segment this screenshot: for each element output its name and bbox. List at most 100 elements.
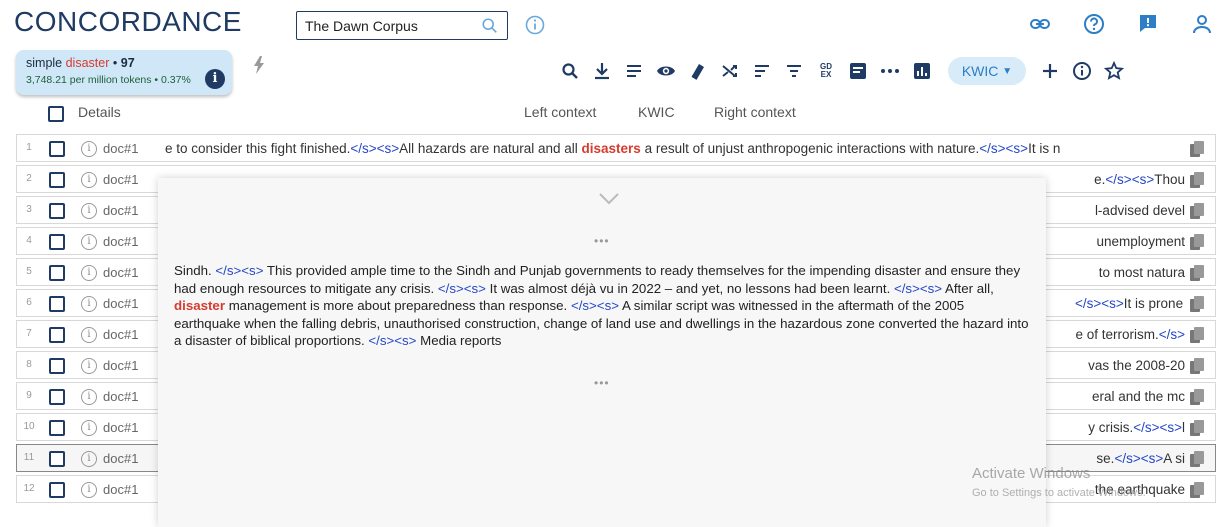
row-info-icon[interactable]: i bbox=[81, 358, 97, 374]
corpus-selector[interactable] bbox=[296, 11, 508, 40]
row-checkbox[interactable] bbox=[49, 141, 65, 157]
row-doc[interactable]: doc#1 bbox=[103, 203, 138, 218]
row-checkbox[interactable] bbox=[49, 234, 65, 250]
copy-icon[interactable] bbox=[1189, 171, 1205, 189]
filter-icon[interactable] bbox=[784, 61, 804, 81]
eye-icon[interactable] bbox=[656, 61, 676, 81]
plus-icon[interactable] bbox=[1040, 61, 1060, 81]
help-icon[interactable] bbox=[1081, 11, 1107, 37]
row-checkbox[interactable] bbox=[49, 172, 65, 188]
row-number: 4 bbox=[26, 235, 32, 246]
row-info-icon[interactable]: i bbox=[81, 234, 97, 250]
view-mode-dropdown[interactable]: KWIC ▼ bbox=[948, 57, 1026, 85]
dots-icon[interactable] bbox=[880, 61, 900, 81]
copy-icon[interactable] bbox=[1189, 233, 1205, 251]
sentence-tag: </s><s> bbox=[1133, 420, 1182, 435]
query-summary-chip[interactable]: simple disaster • 97 3,748.21 per millio… bbox=[16, 50, 232, 95]
row-checkbox[interactable] bbox=[49, 327, 65, 343]
right-context-tail: l bbox=[1182, 420, 1185, 435]
row-info-icon[interactable]: i bbox=[81, 172, 97, 188]
query-line: simple disaster • 97 bbox=[26, 56, 135, 70]
copy-icon[interactable] bbox=[1189, 388, 1205, 406]
right-context-visible: e.</s><s>Thou bbox=[1075, 172, 1185, 187]
row-doc[interactable]: doc#1 bbox=[103, 172, 138, 187]
copy-icon[interactable] bbox=[1189, 481, 1205, 499]
frequency-chart-icon[interactable] bbox=[912, 61, 932, 81]
row-checkbox[interactable] bbox=[49, 389, 65, 405]
row-doc[interactable]: doc#1 bbox=[103, 327, 138, 342]
right-context: e. bbox=[1094, 172, 1106, 187]
row-info-icon[interactable]: i bbox=[81, 482, 97, 498]
copy-icon[interactable] bbox=[1189, 450, 1205, 468]
sort-icon[interactable] bbox=[752, 61, 772, 81]
row-info-icon[interactable]: i bbox=[81, 296, 97, 312]
corpus-input[interactable] bbox=[305, 17, 465, 35]
concordance-line[interactable]: e to consider this fight finished.</s><s… bbox=[165, 141, 1187, 156]
right-context-tail: Thou bbox=[1154, 172, 1185, 187]
row-doc[interactable]: doc#1 bbox=[103, 234, 138, 249]
select-all-checkbox[interactable] bbox=[48, 106, 64, 122]
row-doc[interactable]: doc#1 bbox=[103, 296, 138, 311]
sentence-tag: </s><s> bbox=[368, 333, 417, 349]
lightning-icon[interactable] bbox=[252, 56, 266, 74]
feedback-icon[interactable] bbox=[1135, 11, 1161, 37]
row-number: 2 bbox=[26, 173, 32, 184]
row-info-icon[interactable]: i bbox=[81, 451, 97, 467]
row-info-icon[interactable]: i bbox=[81, 203, 97, 219]
row-doc[interactable]: doc#1 bbox=[103, 451, 138, 466]
info-icon[interactable] bbox=[524, 14, 546, 36]
right-context-visible: e of terrorism.</s> bbox=[1075, 327, 1185, 342]
copy-icon[interactable] bbox=[1189, 357, 1205, 375]
row-doc[interactable]: doc#1 bbox=[103, 482, 138, 497]
kwic-keyword[interactable]: disasters bbox=[582, 141, 641, 156]
expand-right-dots[interactable]: ••• bbox=[594, 376, 610, 390]
copy-icon[interactable] bbox=[1189, 295, 1205, 313]
gdex-icon[interactable]: GD EX bbox=[816, 61, 836, 81]
row-checkbox[interactable] bbox=[49, 420, 65, 436]
row-doc[interactable]: doc#1 bbox=[103, 389, 138, 404]
row-info-icon[interactable]: i bbox=[81, 265, 97, 281]
row-doc[interactable]: doc#1 bbox=[103, 358, 138, 373]
query-term: disaster bbox=[65, 56, 110, 70]
download-icon[interactable] bbox=[592, 61, 612, 81]
row-info-icon[interactable]: i bbox=[81, 389, 97, 405]
row-doc[interactable]: doc#1 bbox=[103, 265, 138, 280]
app-title[interactable]: CONCORDANCE bbox=[14, 6, 242, 38]
right-context-visible: eral and the mc bbox=[1075, 389, 1185, 404]
row-checkbox[interactable] bbox=[49, 265, 65, 281]
row-info-icon[interactable]: i bbox=[81, 327, 97, 343]
user-icon[interactable] bbox=[1189, 11, 1215, 37]
row-checkbox[interactable] bbox=[49, 203, 65, 219]
sentence-tag: </s><s> bbox=[350, 141, 400, 156]
shuffle-icon[interactable] bbox=[720, 61, 740, 81]
row-checkbox[interactable] bbox=[49, 358, 65, 374]
copy-icon[interactable] bbox=[1189, 264, 1205, 282]
expand-left-dots[interactable]: ••• bbox=[594, 234, 610, 248]
row-info-icon[interactable]: i bbox=[81, 141, 97, 157]
dictionary-icon[interactable] bbox=[688, 61, 708, 81]
row-checkbox[interactable] bbox=[49, 482, 65, 498]
text-type-icon[interactable] bbox=[848, 61, 868, 81]
copy-icon[interactable] bbox=[1189, 140, 1205, 158]
table-row[interactable]: 1 i doc#1 e to consider this fight finis… bbox=[16, 134, 1216, 162]
star-icon[interactable] bbox=[1104, 61, 1124, 81]
right-context: unemployment bbox=[1096, 234, 1185, 249]
row-doc[interactable]: doc#1 bbox=[103, 141, 138, 156]
context-segment: Sindh. bbox=[174, 263, 216, 278]
row-number: 12 bbox=[23, 483, 35, 494]
copy-icon[interactable] bbox=[1189, 419, 1205, 437]
search-icon[interactable] bbox=[560, 61, 580, 81]
copy-icon[interactable] bbox=[1189, 326, 1205, 344]
row-info-icon[interactable]: i bbox=[81, 420, 97, 436]
search-icon[interactable] bbox=[481, 17, 499, 35]
copy-icon[interactable] bbox=[1189, 202, 1205, 220]
query-type: simple bbox=[26, 56, 63, 70]
row-checkbox[interactable] bbox=[49, 451, 65, 467]
link-icon[interactable] bbox=[1027, 11, 1053, 37]
list-icon[interactable] bbox=[624, 61, 644, 81]
info-icon[interactable] bbox=[1072, 61, 1092, 81]
chevron-down-icon[interactable] bbox=[598, 192, 620, 206]
row-checkbox[interactable] bbox=[49, 296, 65, 312]
query-info-icon[interactable]: i bbox=[205, 69, 225, 89]
row-doc[interactable]: doc#1 bbox=[103, 420, 138, 435]
